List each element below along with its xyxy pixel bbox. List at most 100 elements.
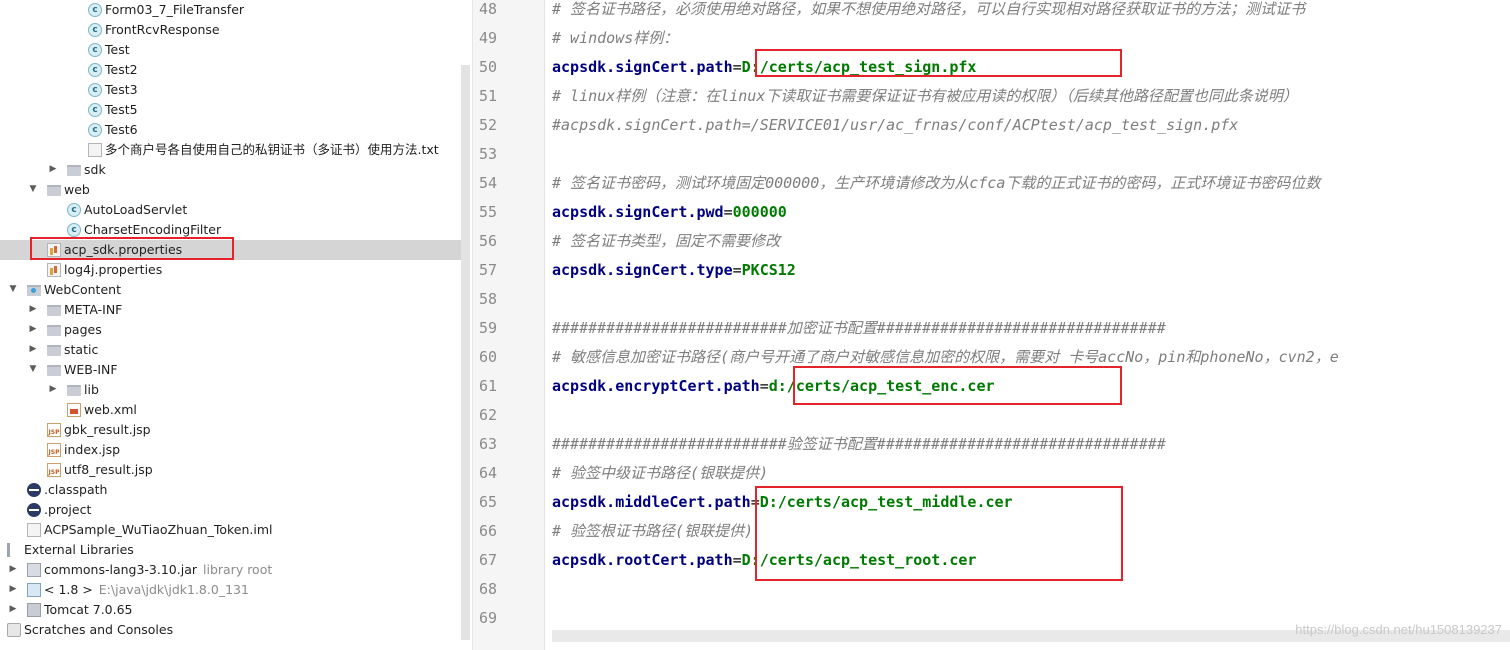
tree-item[interactable]: c CharsetEncodingFilter xyxy=(0,220,461,240)
code-line[interactable]: acpsdk.middleCert.path=D:/certs/acp_test… xyxy=(552,488,1013,517)
code-line[interactable]: acpsdk.signCert.path=D:/certs/acp_test_s… xyxy=(552,53,976,82)
tree-item-label: External Libraries xyxy=(24,542,134,558)
java-class-icon: c xyxy=(88,83,102,97)
code-line[interactable]: # 验签中级证书路径(银联提供) xyxy=(552,459,768,488)
expand-arrow-right-icon[interactable]: ▶ xyxy=(7,602,19,616)
code-line[interactable]: # windows样例： xyxy=(552,24,678,53)
expand-arrow-down-icon[interactable]: ▼ xyxy=(7,282,19,296)
tree-item-label: web xyxy=(64,182,90,198)
line-number: 59 xyxy=(478,319,497,337)
tree-item[interactable]: c Test5 xyxy=(0,100,461,120)
tree-item-text: static xyxy=(64,342,99,357)
scratches-icon xyxy=(7,623,21,637)
tree-item-hint: library root xyxy=(203,562,273,577)
eclipse-file-icon xyxy=(27,483,41,497)
code-line[interactable]: acpsdk.encryptCert.path=d:/certs/acp_tes… xyxy=(552,372,995,401)
tree-item[interactable]: ▶ META-INF xyxy=(0,300,461,320)
code-line[interactable]: # linux样例（注意：在linux下读取证书需要保证证书有被应用读的权限）（… xyxy=(552,82,1298,111)
expand-arrow-right-icon[interactable]: ▶ xyxy=(47,162,59,176)
tree-item[interactable]: ▼ web xyxy=(0,180,461,200)
tree-item[interactable]: ▼ WebContent xyxy=(0,280,461,300)
java-class-icon: c xyxy=(67,203,81,217)
tree-item[interactable]: c Test6 xyxy=(0,120,461,140)
jsp-file-icon: JSP xyxy=(47,463,61,477)
tree-item[interactable]: External Libraries xyxy=(0,540,461,560)
expand-arrow-right-icon[interactable]: ▶ xyxy=(7,582,19,596)
tree-item[interactable]: c Form03_7_FileTransfer xyxy=(0,0,461,20)
tree-item[interactable]: web.xml xyxy=(0,400,461,420)
tree-item[interactable]: JSP utf8_result.jsp xyxy=(0,460,461,480)
tree-item[interactable]: c Test3 xyxy=(0,80,461,100)
tree-item[interactable]: ▶ static xyxy=(0,340,461,360)
tree-item[interactable]: ▶ commons-lang3-3.10.jar library root xyxy=(0,560,461,580)
tree-item[interactable]: ▶ pages xyxy=(0,320,461,340)
comment-text: #acpsdk.signCert.path=/SERVICE01/usr/ac_… xyxy=(552,116,1239,134)
code-line[interactable]: ##########################验签证书配置########… xyxy=(552,430,1166,459)
tree-item[interactable]: ▶ sdk xyxy=(0,160,461,180)
tree-item[interactable]: ▶ lib xyxy=(0,380,461,400)
tree-item-label: Scratches and Consoles xyxy=(24,622,173,638)
code-line[interactable]: acpsdk.signCert.type=PKCS12 xyxy=(552,256,796,285)
code-line[interactable]: ##########################加密证书配置########… xyxy=(552,314,1166,343)
expand-arrow-down-icon[interactable]: ▼ xyxy=(27,182,39,196)
expand-arrow-right-icon[interactable]: ▶ xyxy=(47,382,59,396)
tree-item[interactable]: JSP gbk_result.jsp xyxy=(0,420,461,440)
tree-item-hint: E:\java\jdk\jdk1.8.0_131 xyxy=(98,582,249,597)
code-line[interactable]: #acpsdk.signCert.path=/SERVICE01/usr/ac_… xyxy=(552,111,1238,140)
package-folder-icon xyxy=(67,165,81,176)
comment-text: # 验签根证书路径(银联提供) xyxy=(552,522,754,540)
tree-item[interactable]: JSP index.jsp xyxy=(0,440,461,460)
tree-item-label: acp_sdk.properties xyxy=(64,242,182,258)
tree-item[interactable]: ▶ Tomcat 7.0.65 xyxy=(0,600,461,620)
tree-item[interactable]: .project xyxy=(0,500,461,520)
tree-item-text: Tomcat 7.0.65 xyxy=(44,602,133,617)
expand-arrow-right-icon[interactable]: ▶ xyxy=(27,302,39,316)
property-value: D:/certs/acp_test_sign.pfx xyxy=(741,58,977,76)
comment-text: ##########################加密证书配置########… xyxy=(552,319,1166,337)
expand-arrow-right-icon[interactable]: ▶ xyxy=(27,322,39,336)
line-number: 65 xyxy=(478,493,497,511)
tree-item-text: index.jsp xyxy=(64,442,121,457)
code-line[interactable]: # 签名证书路径，必须使用绝对路径，如果不想使用绝对路径，可以自行实现相对路径获… xyxy=(552,0,1305,24)
code-line[interactable]: # 敏感信息加密证书路径(商户号开通了商户对敏感信息加密的权限，需要对 卡号ac… xyxy=(552,343,1339,372)
tree-scrollbar[interactable] xyxy=(461,65,470,640)
tree-item[interactable]: c AutoLoadServlet xyxy=(0,200,461,220)
tree-item-label: Test6 xyxy=(105,122,138,138)
expand-arrow-right-icon[interactable]: ▶ xyxy=(27,342,39,356)
tree-item[interactable]: log4j.properties xyxy=(0,260,461,280)
expand-arrow-right-icon[interactable]: ▶ xyxy=(7,562,19,576)
comment-text: # 签名证书密码，测试环境固定000000，生产环境请修改为从cfca下载的正式… xyxy=(552,174,1321,192)
line-number-gutter: 48 49 50 51 52 53 54 55 56 57 58 59 60 61 62 63 64 65 66 67… xyxy=(473,0,545,650)
code-editor[interactable]: # 签名证书路径，必须使用绝对路径，如果不想使用绝对路径，可以自行实现相对路径获… xyxy=(546,0,1510,650)
code-line[interactable]: # 签名证书类型，固定不需要修改 xyxy=(552,227,780,256)
tree-item-text: commons-lang3-3.10.jar xyxy=(44,562,197,577)
tree-item[interactable]: ACPSample_WuTiaoZhuan_Token.iml xyxy=(0,520,461,540)
folder-icon xyxy=(67,385,81,396)
tree-item-label: 多个商户号各自使用自己的私钥证书（多证书）使用方法.txt xyxy=(105,142,439,158)
tree-item[interactable]: ▶ < 1.8 > E:\java\jdk\jdk1.8.0_131 xyxy=(0,580,461,600)
tree-item[interactable]: acp_sdk.properties xyxy=(0,240,461,260)
tree-item[interactable]: c FrontRcvResponse xyxy=(0,20,461,40)
code-line[interactable]: acpsdk.signCert.pwd=000000 xyxy=(552,198,787,227)
code-line[interactable]: acpsdk.rootCert.path=D:/certs/acp_test_r… xyxy=(552,546,976,575)
tree-item-text: AutoLoadServlet xyxy=(84,202,188,217)
tree-item-text: WebContent xyxy=(44,282,121,297)
property-separator: = xyxy=(723,203,733,221)
java-class-icon: c xyxy=(67,223,81,237)
property-value: D:/certs/acp_test_root.cer xyxy=(741,551,977,569)
tree-item[interactable]: c Test2 xyxy=(0,60,461,80)
tree-item[interactable]: ▶Scratches and Consoles xyxy=(0,620,461,640)
tree-item-label: WebContent xyxy=(44,282,121,298)
package-folder-icon xyxy=(47,185,61,196)
tree-item[interactable]: c Test xyxy=(0,40,461,60)
tree-item-text: .classpath xyxy=(44,482,108,497)
tree-item[interactable]: ▼ WEB-INF xyxy=(0,360,461,380)
expand-arrow-down-icon[interactable]: ▼ xyxy=(27,362,39,376)
tree-item[interactable]: 多个商户号各自使用自己的私钥证书（多证书）使用方法.txt xyxy=(0,140,461,160)
tree-item-text: gbk_result.jsp xyxy=(64,422,151,437)
tree-item-text: Test5 xyxy=(105,102,138,117)
code-line[interactable]: # 签名证书密码，测试环境固定000000，生产环境请修改为从cfca下载的正式… xyxy=(552,169,1320,198)
tree-item[interactable]: .classpath xyxy=(0,480,461,500)
folder-icon xyxy=(47,325,61,336)
code-line[interactable]: # 验签根证书路径(银联提供) xyxy=(552,517,753,546)
